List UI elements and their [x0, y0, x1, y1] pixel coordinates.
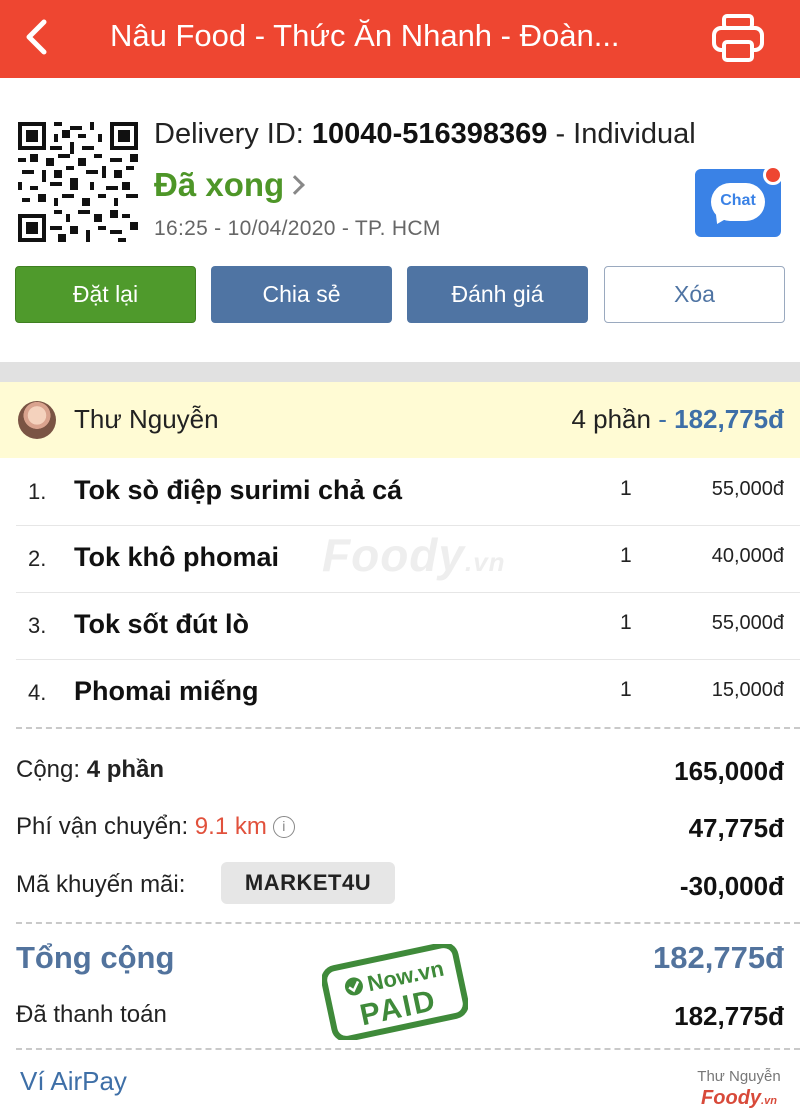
total-value: 182,775đ	[653, 940, 784, 975]
list-item: 3. Tok sốt đút lò 1 55,000đ	[16, 593, 800, 660]
notification-dot	[763, 165, 783, 185]
order-status[interactable]: Đã xong	[154, 166, 306, 204]
dashed-divider	[16, 727, 800, 729]
avatar	[18, 401, 56, 439]
chevron-right-icon	[285, 175, 306, 195]
item-quantity: 1	[620, 678, 632, 701]
order-status-label: Đã xong	[154, 166, 285, 203]
list-item: 1. Tok sò điệp surimi chả cá 1 55,000đ	[16, 459, 800, 526]
foody-logo: Foody.vn	[701, 1087, 777, 1109]
item-quantity: 1	[620, 544, 632, 567]
total-label: Tổng cộng	[16, 940, 175, 975]
subtotal-label: Cộng: 4 phần	[16, 756, 165, 783]
reorder-button[interactable]: Đặt lại	[15, 266, 196, 323]
item-name: Tok sò điệp surimi chả cá	[74, 475, 403, 505]
item-index: 3.	[28, 613, 47, 638]
user-row: Thư Nguyễn 4 phần - 182,775đ	[0, 382, 800, 458]
info-icon[interactable]: i	[272, 816, 295, 838]
delivery-type: - Individual	[555, 118, 696, 150]
item-index: 4.	[28, 680, 47, 705]
item-quantity: 1	[620, 611, 632, 634]
rate-button[interactable]: Đánh giá	[407, 266, 588, 323]
corner-watermark: Thư Nguyễn Foody.vn	[694, 1068, 784, 1110]
dashed-divider	[16, 922, 800, 924]
back-button[interactable]	[14, 14, 60, 60]
delivery-id-prefix: Delivery ID:	[154, 118, 304, 150]
item-index: 2.	[28, 546, 47, 571]
shipping-label: Phí vận chuyển: 9.1 km i	[16, 813, 295, 841]
promo-value: -30,000đ	[679, 871, 784, 901]
share-button[interactable]: Chia sẻ	[211, 266, 392, 323]
chat-button[interactable]: Chat	[695, 165, 783, 237]
item-name: Phomai miếng	[74, 676, 259, 706]
paid-value: 182,775đ	[674, 1001, 784, 1031]
shipping-distance: 9.1 km	[194, 813, 267, 840]
section-divider	[0, 362, 800, 382]
item-quantity: 1	[620, 477, 632, 500]
top-bar: Nâu Food - Thức Ăn Nhanh - Đoàn...	[0, 0, 800, 78]
item-price: 55,000đ	[711, 478, 784, 500]
user-name: Thư Nguyễn	[74, 404, 219, 434]
user-portions: 4 phần	[571, 404, 651, 434]
delete-button[interactable]: Xóa	[604, 266, 785, 323]
item-price: 55,000đ	[711, 612, 784, 634]
qr-code[interactable]	[18, 122, 138, 242]
list-item: 4. Phomai miếng 1 15,000đ	[16, 660, 800, 727]
item-price: 15,000đ	[711, 679, 784, 701]
printer-icon[interactable]	[710, 12, 766, 64]
paid-label: Đã thanh toán	[16, 1001, 167, 1028]
item-price: 40,000đ	[711, 545, 784, 567]
item-index: 1.	[28, 479, 47, 504]
item-name: Tok khô phomai	[74, 542, 280, 572]
user-summary-separator: -	[658, 404, 667, 434]
foody-watermark: Foody.vn	[322, 529, 506, 581]
delivery-id-line: Delivery ID: 10040-516398369 - Individua…	[154, 118, 696, 151]
item-name: Tok sốt đút lò	[74, 609, 249, 639]
order-meta: 16:25 - 10/04/2020 - TP. HCM	[154, 217, 441, 240]
payment-method: Ví AirPay	[20, 1066, 127, 1096]
delivery-id: 10040-516398369	[311, 118, 548, 150]
watermark-user: Thư Nguyễn	[697, 1068, 781, 1085]
subtotal-value: 165,000đ	[674, 756, 784, 786]
shipping-value: 47,775đ	[688, 813, 784, 843]
user-summary: 4 phần - 182,775đ	[571, 404, 784, 435]
promo-code-badge: MARKET4U	[221, 862, 395, 904]
paid-stamp: Now.vn PAID	[322, 944, 468, 1040]
promo-label: Mã khuyến mãi:	[16, 871, 186, 898]
user-amount: 182,775đ	[674, 404, 784, 434]
dashed-divider	[16, 1048, 800, 1050]
subtotal-count: 4 phần	[86, 756, 165, 783]
chat-label: Chat	[720, 192, 756, 209]
page-title: Nâu Food - Thức Ăn Nhanh - Đoàn...	[110, 18, 620, 53]
